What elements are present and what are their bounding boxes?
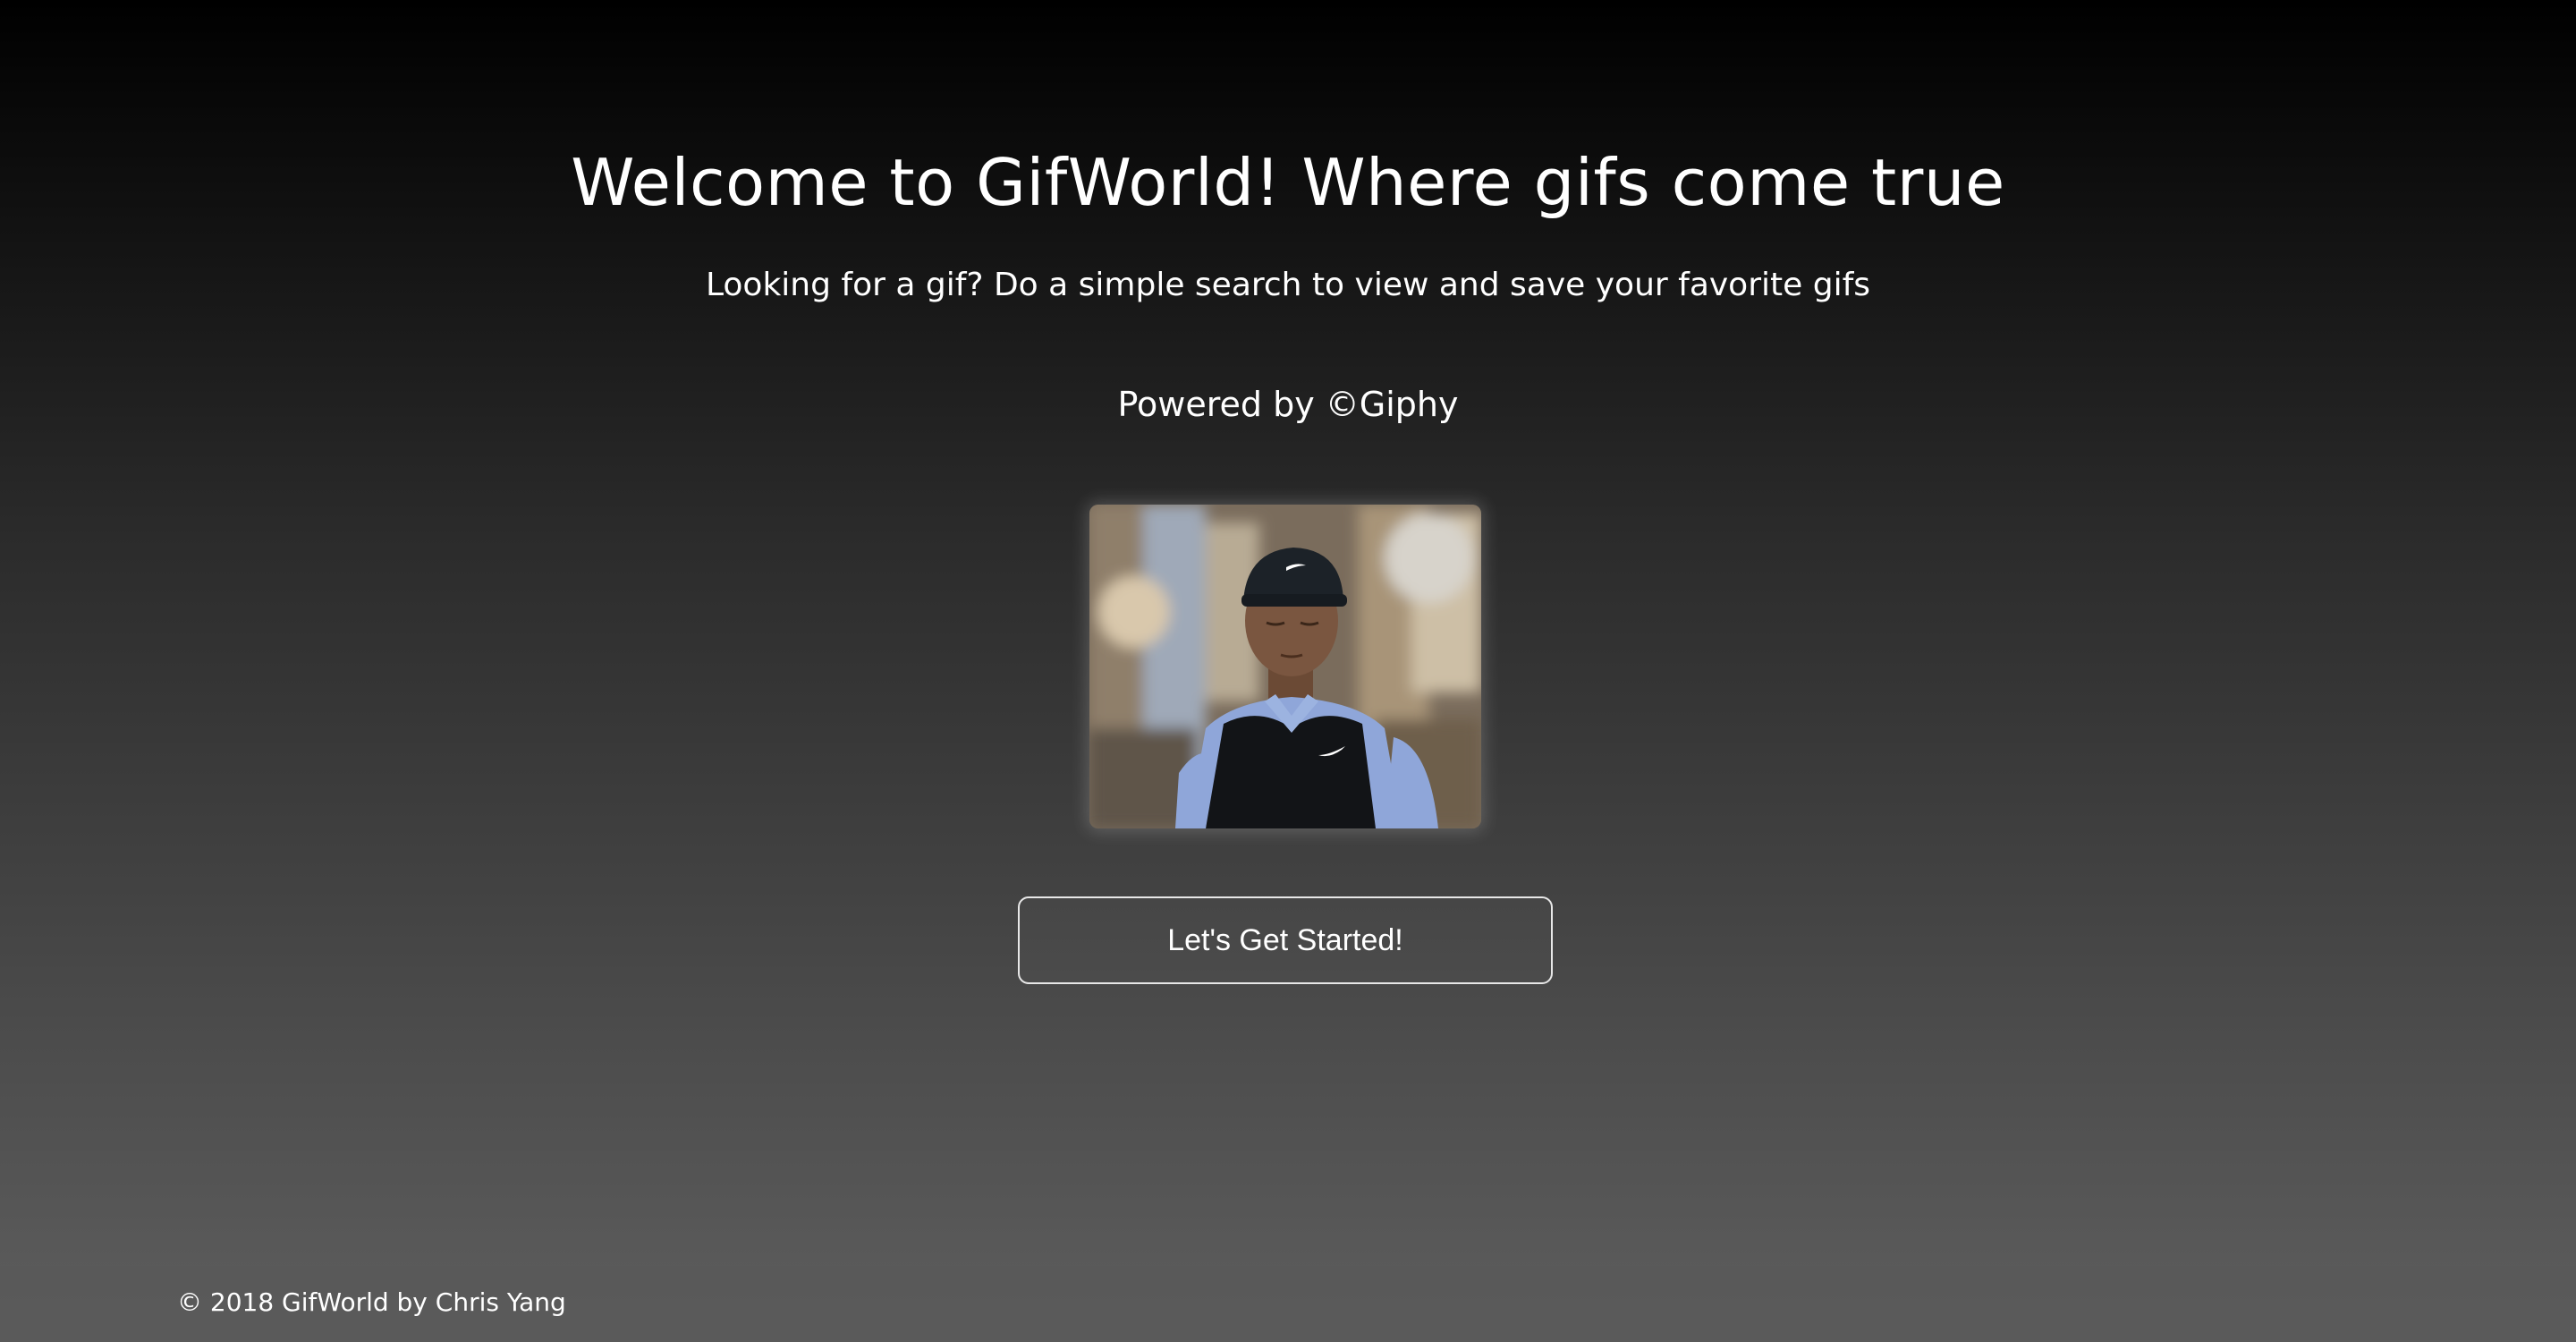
get-started-label: Let's Get Started! — [1167, 922, 1403, 957]
footer: © 2018 GifWorld by Chris Yang — [0, 1266, 2576, 1342]
page-subtitle: Looking for a gif? Do a simple search to… — [705, 267, 1870, 303]
featured-gif — [1089, 505, 1481, 828]
gif-image — [1089, 505, 1481, 828]
powered-by-text: Powered by ©Giphy — [1117, 385, 1459, 424]
page-title: Welcome to GifWorld! Where gifs come tru… — [571, 145, 2005, 220]
hero-section: Welcome to GifWorld! Where gifs come tru… — [0, 0, 2576, 1266]
footer-copyright: © 2018 GifWorld by Chris Yang — [177, 1287, 566, 1317]
get-started-button[interactable]: Let's Get Started! — [1018, 896, 1553, 984]
